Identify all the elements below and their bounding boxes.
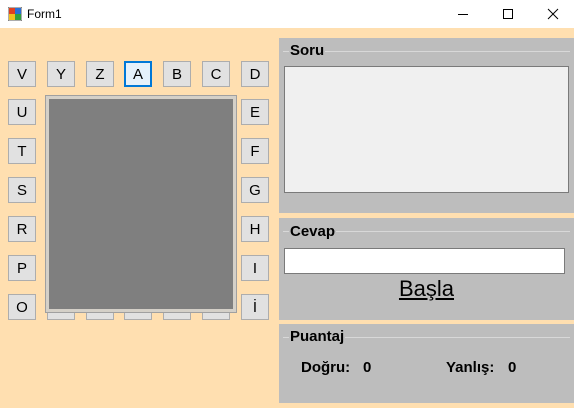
letter-button-r[interactable]: R	[8, 216, 36, 242]
letter-button-o[interactable]: O	[8, 294, 36, 320]
letter-button-b[interactable]: B	[163, 61, 191, 87]
puantaj-title: Puantaj	[289, 328, 346, 345]
letter-button-g[interactable]: G	[241, 177, 269, 203]
window-title: Form1	[27, 7, 62, 21]
correct-value: 0	[363, 359, 372, 376]
letter-button-i[interactable]: I	[241, 255, 269, 281]
letter-button-e[interactable]: E	[241, 99, 269, 125]
maximize-icon	[503, 9, 513, 19]
form-client-area: V Y Z A B C D U T S R P E F G H I O N M …	[0, 28, 574, 408]
puantaj-groupbox: Puantaj Doğru: 0 Yanlış: 0	[279, 324, 574, 403]
app-icon	[8, 7, 22, 21]
basla-button[interactable]: Başla	[279, 276, 574, 302]
title-bar: Form1	[0, 0, 574, 28]
minimize-button[interactable]	[440, 0, 486, 28]
soru-title: Soru	[289, 42, 326, 59]
letter-button-y[interactable]: Y	[47, 61, 75, 87]
soru-groupbox-border	[283, 51, 570, 52]
letter-button-z[interactable]: Z	[86, 61, 114, 87]
correct-label: Doğru:	[301, 359, 351, 376]
cevap-input[interactable]	[284, 248, 565, 274]
close-icon	[547, 8, 559, 20]
letter-button-v[interactable]: V	[8, 61, 36, 87]
soru-groupbox: Soru	[279, 38, 574, 213]
game-board-panel	[45, 95, 237, 313]
letter-button-h[interactable]: H	[241, 216, 269, 242]
cevap-groupbox: Cevap Başla	[279, 218, 574, 320]
letter-button-f[interactable]: F	[241, 138, 269, 164]
letter-button-s[interactable]: S	[8, 177, 36, 203]
wrong-label: Yanlış:	[446, 359, 495, 376]
minimize-icon	[458, 14, 468, 15]
letter-button-t[interactable]: T	[8, 138, 36, 164]
letter-button-c[interactable]: C	[202, 61, 230, 87]
soru-textbox[interactable]	[284, 66, 569, 193]
letter-button-i-dotted[interactable]: İ	[241, 294, 269, 320]
letter-button-p[interactable]: P	[8, 255, 36, 281]
close-button[interactable]	[530, 0, 574, 28]
letter-button-d[interactable]: D	[241, 61, 269, 87]
maximize-button[interactable]	[485, 0, 531, 28]
letter-button-a[interactable]: A	[124, 61, 152, 87]
wrong-value: 0	[508, 359, 517, 376]
letter-button-u[interactable]: U	[8, 99, 36, 125]
cevap-title: Cevap	[289, 223, 337, 240]
